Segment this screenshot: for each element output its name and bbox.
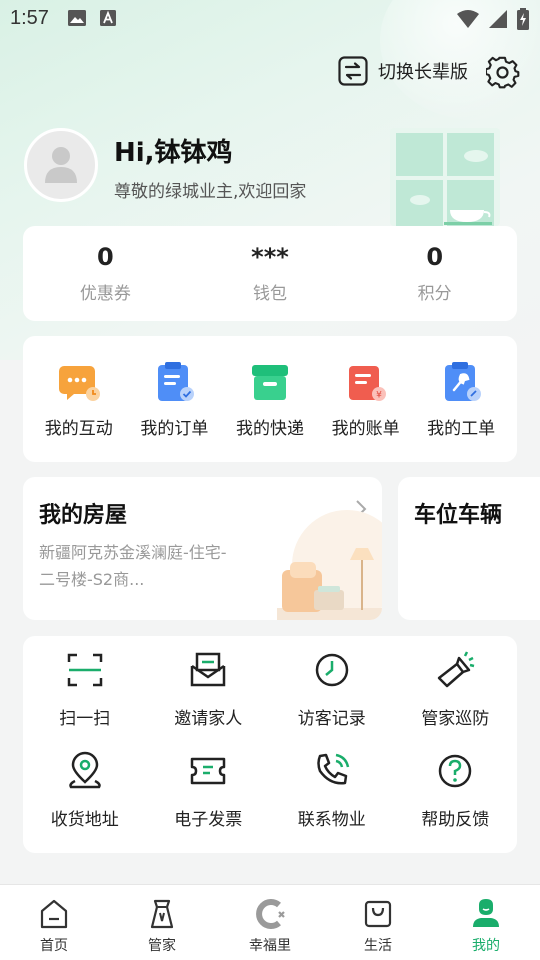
avatar[interactable] [24, 128, 98, 202]
stat-wallet[interactable]: *** 钱包 [188, 226, 353, 321]
switch-icon [338, 56, 368, 86]
invite-icon [191, 652, 226, 687]
my-orders-card: 我的互动 我的订单 我的快递 ¥ 我的账单 我的工单 [23, 336, 517, 462]
help-feedback-button[interactable]: 帮助反馈 [394, 751, 518, 852]
my-orders-button[interactable]: 我的订单 [129, 360, 219, 439]
e-invoice-button[interactable]: 电子发票 [147, 751, 271, 852]
scan-icon [67, 653, 102, 687]
nav-butler[interactable]: 管家 [108, 885, 216, 960]
my-interactions-label: 我的互动 [44, 418, 113, 439]
nav-mine[interactable]: 我的 [432, 885, 540, 960]
nav-butler-label: 管家 [148, 938, 176, 954]
stat-points[interactable]: 0 积分 [352, 226, 517, 321]
butler-patrol-button[interactable]: 管家巡防 [394, 650, 518, 751]
nav-home[interactable]: 首页 [0, 885, 108, 960]
delivery-address-label: 收货地址 [50, 810, 119, 830]
switch-elder-mode-label: 切换长辈版 [378, 62, 468, 83]
scan-button[interactable]: 扫一扫 [23, 650, 147, 751]
user-placeholder-icon [45, 147, 77, 183]
contact-property-label: 联系物业 [297, 810, 366, 830]
my-work-orders-button[interactable]: 我的工单 [416, 360, 506, 439]
visitor-records-label: 访客记录 [297, 709, 366, 729]
welcome-text: 尊敬的绿城业主,欢迎回家 [114, 182, 307, 202]
butler-patrol-label: 管家巡防 [421, 709, 490, 729]
my-packages-button[interactable]: 我的快递 [225, 360, 315, 439]
my-bills-label: 我的账单 [331, 418, 400, 439]
window-illustration [390, 128, 500, 226]
house-address: 新疆阿克苏金溪澜庭-住宅-二号楼-S2商... [39, 543, 227, 589]
my-packages-label: 我的快递 [235, 418, 304, 439]
help-icon [439, 754, 472, 788]
invite-family-label: 邀请家人 [174, 709, 243, 729]
my-house-card[interactable]: 我的房屋 新疆阿克苏金溪澜庭-住宅-二号楼-S2商... [23, 477, 382, 620]
happiness-icon [256, 899, 285, 929]
nav-home-label: 首页 [40, 938, 68, 954]
gear-icon [484, 56, 520, 89]
package-icon [251, 364, 288, 400]
help-feedback-label: 帮助反馈 [421, 810, 490, 830]
battery-icon [517, 8, 529, 30]
nav-mine-label: 我的 [472, 938, 500, 954]
contact-property-button[interactable]: 联系物业 [270, 751, 394, 852]
settings-button[interactable] [484, 56, 520, 94]
parking-vehicle-title: 车位车辆 [414, 503, 503, 528]
coupons-value: 0 [96, 243, 114, 271]
work-order-icon [445, 361, 482, 401]
status-bar: 1:57 [0, 0, 540, 36]
phone-icon [317, 753, 349, 785]
house-illustration [277, 510, 382, 620]
bottom-nav: 首页 管家 幸福里 生活 我的 [0, 884, 540, 960]
order-icon [158, 361, 195, 401]
invite-family-button[interactable]: 邀请家人 [147, 650, 271, 751]
e-invoice-label: 电子发票 [174, 810, 243, 830]
points-value: 0 [426, 243, 444, 271]
stat-coupons[interactable]: 0 优惠券 [23, 226, 188, 321]
chat-icon [58, 365, 100, 401]
nav-happiness-label: 幸福里 [249, 938, 291, 954]
my-orders-label: 我的订单 [140, 418, 209, 439]
font-icon [99, 10, 116, 26]
wallet-label: 钱包 [253, 284, 287, 304]
coupons-label: 优惠券 [79, 284, 131, 304]
nav-life-label: 生活 [364, 938, 392, 954]
my-interactions-button[interactable]: 我的互动 [34, 360, 124, 439]
stats-card: 0 优惠券 *** 钱包 0 积分 [23, 226, 517, 321]
switch-elder-mode-button[interactable]: 切换长辈版 [338, 56, 468, 86]
my-house-title: 我的房屋 [39, 503, 128, 528]
home-icon [40, 899, 68, 929]
parking-vehicle-card[interactable]: 车位车辆 [398, 477, 540, 620]
visitor-records-button[interactable]: 访客记录 [270, 650, 394, 751]
flashlight-icon [438, 651, 475, 688]
services-card: 扫一扫 邀请家人 访客记录 管家巡防 收货地址 电子发票 联系物业 帮助反馈 [23, 636, 517, 853]
ticket-icon [191, 757, 226, 785]
shopping-bag-icon [364, 900, 392, 928]
delivery-address-button[interactable]: 收货地址 [23, 751, 147, 852]
greeting-text: Hi,钵钵鸡 [114, 138, 233, 168]
signal-icon [489, 10, 507, 28]
scan-label: 扫一扫 [59, 709, 111, 729]
bill-icon: ¥ [348, 365, 386, 401]
status-time: 1:57 [10, 6, 49, 29]
my-work-orders-label: 我的工单 [427, 418, 496, 439]
profile-icon [473, 899, 499, 927]
location-pin-icon [69, 751, 101, 789]
nav-happiness[interactable]: 幸福里 [216, 885, 324, 960]
my-bills-button[interactable]: ¥ 我的账单 [321, 360, 411, 439]
butler-icon [150, 899, 174, 929]
gallery-icon [67, 10, 86, 26]
wifi-icon [457, 10, 479, 28]
visitor-clock-icon [315, 653, 348, 687]
svg-text:¥: ¥ [376, 390, 382, 400]
nav-life[interactable]: 生活 [324, 885, 432, 960]
points-label: 积分 [417, 284, 452, 304]
wallet-value: *** [251, 243, 289, 271]
